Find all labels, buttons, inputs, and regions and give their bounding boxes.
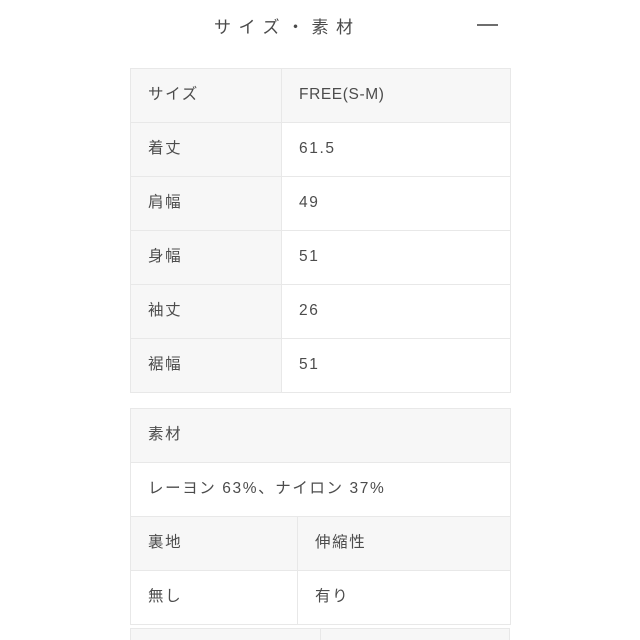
row-value: 51 — [281, 338, 511, 393]
lining-value: 無し — [130, 570, 298, 625]
row-label: サイズ — [130, 68, 282, 123]
collapse-toggle-button[interactable] — [470, 10, 504, 40]
row-label: 身幅 — [130, 230, 282, 285]
table-row: 袖丈 26 — [130, 284, 511, 339]
table-row: レーヨン 63%、ナイロン 37% — [129, 462, 512, 517]
row-label: 袖丈 — [130, 284, 282, 339]
table-row: 裾幅 51 — [130, 338, 511, 393]
table-row: サイズ FREE(S-M) — [130, 68, 511, 123]
size-spec-table: サイズ FREE(S-M) 着丈 61.5 肩幅 49 身幅 51 袖丈 26 … — [130, 68, 511, 393]
table-row: 肩幅 49 — [130, 176, 511, 231]
minus-icon — [476, 24, 498, 26]
lining-label: 裏地 — [130, 516, 298, 571]
table-row: 身幅 51 — [130, 230, 511, 285]
material-composition: レーヨン 63%、ナイロン 37% — [129, 462, 512, 517]
row-label: 裾幅 — [130, 338, 282, 393]
row-label: 着丈 — [130, 122, 282, 177]
table-row: 裏地 伸縮性 — [130, 516, 512, 571]
next-spec-table — [130, 628, 510, 640]
row-value: 61.5 — [281, 122, 511, 177]
section-header[interactable]: サイズ・素材 — [130, 8, 510, 42]
row-label — [130, 628, 321, 640]
row-value: FREE(S-M) — [281, 68, 511, 123]
row-value — [319, 628, 510, 640]
row-value: 51 — [281, 230, 511, 285]
material-spec-table: 素材 レーヨン 63%、ナイロン 37% 裏地 伸縮性 無し 有り — [129, 408, 512, 625]
material-heading: 素材 — [129, 408, 512, 463]
size-material-section: サイズ・素材 サイズ FREE(S-M) 着丈 61.5 肩幅 49 身幅 51… — [0, 0, 640, 640]
row-value: 49 — [281, 176, 511, 231]
table-row — [130, 628, 510, 640]
table-row: 着丈 61.5 — [130, 122, 511, 177]
row-value: 26 — [281, 284, 511, 339]
table-row: 素材 — [129, 408, 512, 463]
stretch-label: 伸縮性 — [296, 516, 512, 571]
row-label: 肩幅 — [130, 176, 282, 231]
page-title: サイズ・素材 — [214, 17, 361, 37]
table-row: 無し 有り — [130, 570, 512, 625]
stretch-value: 有り — [296, 570, 512, 625]
